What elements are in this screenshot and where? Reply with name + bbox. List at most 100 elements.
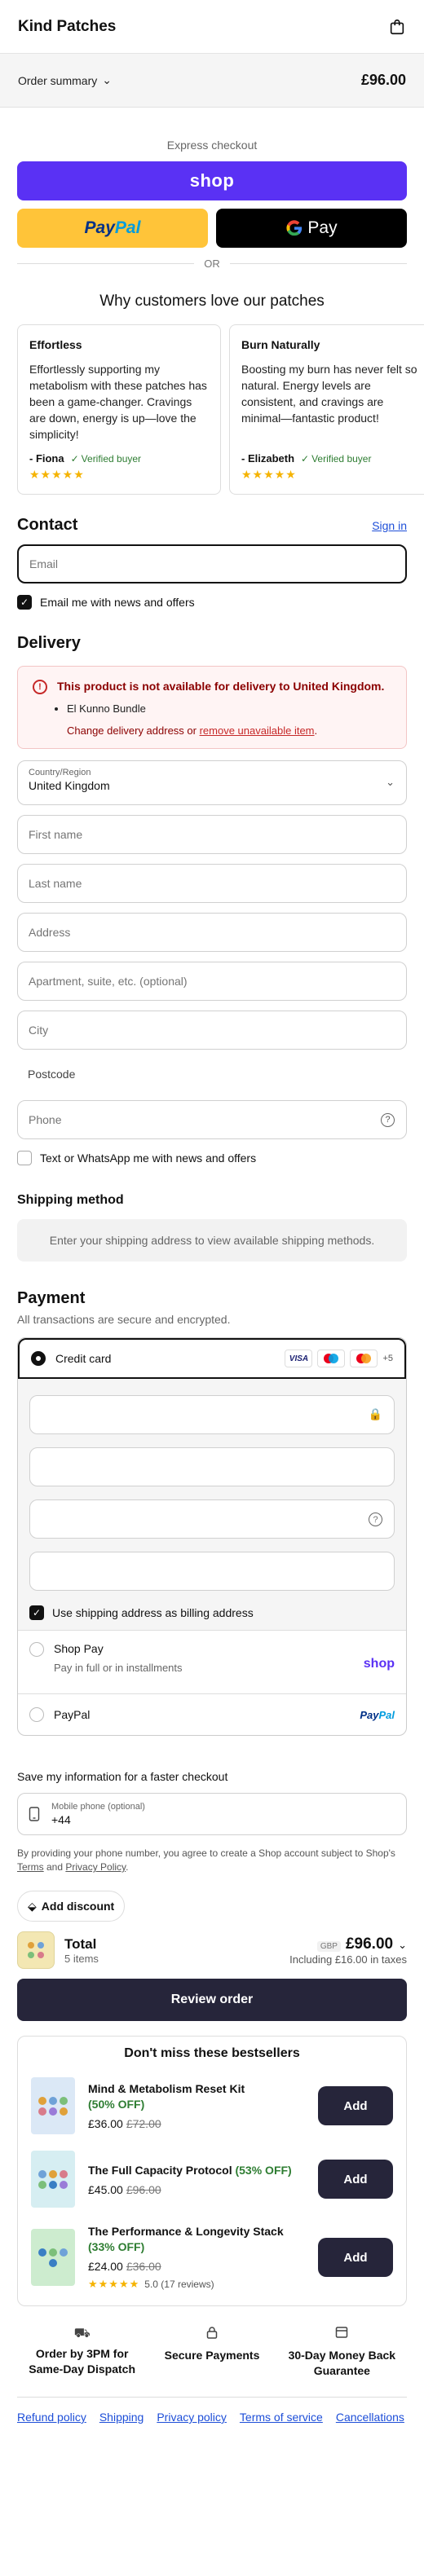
- billing-same-row[interactable]: ✓ Use shipping address as billing address: [29, 1605, 395, 1620]
- tag-icon: ⬙: [28, 1899, 37, 1913]
- address-field[interactable]: Address: [17, 913, 407, 952]
- mobile-phone-field[interactable]: Mobile phone (optional) +44: [17, 1793, 407, 1835]
- feature-guarantee: 30-Day Money Back Guarantee: [277, 2326, 407, 2379]
- total-items: 5 items: [64, 1952, 99, 1965]
- paypal-logo-part2: Pal: [114, 218, 141, 237]
- city-field[interactable]: City: [17, 1011, 407, 1050]
- order-summary-label: Order summary: [18, 73, 98, 87]
- product-row: The Full Capacity Protocol (53% OFF) £45.…: [31, 2142, 393, 2216]
- add-product-button[interactable]: Add: [318, 2238, 393, 2277]
- sms-checkbox-row[interactable]: Text or WhatsApp me with news and offers: [17, 1151, 407, 1165]
- phone-field[interactable]: Phone?: [17, 1100, 407, 1139]
- expiry-field[interactable]: [29, 1447, 395, 1486]
- first-name-field[interactable]: First name: [17, 815, 407, 854]
- radio-selected-icon[interactable]: [31, 1351, 46, 1366]
- shop-privacy-link[interactable]: Privacy Policy: [65, 1861, 126, 1873]
- remove-item-link[interactable]: remove unavailable item: [200, 724, 315, 737]
- email-field[interactable]: Email: [17, 544, 407, 583]
- verified-badge: Verified buyer: [81, 452, 142, 465]
- original-price: £96.00: [126, 2182, 161, 2196]
- brand-logo[interactable]: Kind Patches: [18, 18, 116, 36]
- security-code-field[interactable]: ?: [29, 1499, 395, 1539]
- card-number-field[interactable]: 🔒: [29, 1395, 395, 1434]
- unavailable-item: El Kunno Bundle: [67, 702, 391, 715]
- delivery-error-alert: ! This product is not available for deliv…: [17, 666, 407, 749]
- shipping-link[interactable]: Shipping: [99, 2411, 144, 2424]
- shipping-method-title: Shipping method: [17, 1193, 124, 1207]
- help-icon[interactable]: ?: [369, 1513, 382, 1526]
- checkbox-checked-icon[interactable]: ✓: [29, 1605, 44, 1620]
- add-discount-button[interactable]: ⬙ Add discount: [17, 1891, 126, 1922]
- shop-legal-text: By providing your phone number, you agre…: [17, 1847, 407, 1874]
- legal-text: By providing your phone number, you agre…: [17, 1847, 395, 1859]
- shop-pay-button[interactable]: shop: [17, 161, 407, 200]
- checkbox-unchecked-icon[interactable]: [17, 1151, 32, 1165]
- privacy-policy-link[interactable]: Privacy policy: [157, 2411, 227, 2424]
- more-cards-count: +5: [382, 1354, 393, 1363]
- country-select[interactable]: Country/Region United Kingdom ⌄: [17, 760, 407, 805]
- shop-pay-logo: shop: [189, 170, 235, 191]
- checkout-page: Kind Patches Order summary ⌄ £96.00 Expre…: [0, 0, 424, 2446]
- save-info-title: Save my information for a faster checkou…: [17, 1770, 228, 1783]
- postcode-field[interactable]: Postcode: [17, 1058, 407, 1090]
- total-label: Total: [64, 1935, 97, 1952]
- product-image: [31, 2151, 75, 2208]
- order-summary-toggle[interactable]: Order summary ⌄ £96.00: [0, 54, 424, 108]
- paypal-logo: PayPal: [360, 1709, 395, 1721]
- product-image: [31, 2229, 75, 2286]
- newsletter-checkbox-row[interactable]: ✓ Email me with news and offers: [17, 595, 407, 610]
- city-placeholder: City: [29, 1024, 49, 1037]
- shopping-bag-icon[interactable]: [388, 18, 406, 36]
- name-on-card-field[interactable]: [29, 1552, 395, 1591]
- product-row: The Performance & Longevity Stack (33% OF…: [31, 2216, 393, 2299]
- tax-note: Including £16.00 in taxes: [289, 1953, 407, 1966]
- reviewer-name: - Fiona: [29, 452, 64, 465]
- google-pay-button[interactable]: Pay: [216, 209, 407, 248]
- alert-title: This product is not available for delive…: [57, 680, 385, 693]
- radio-unselected-icon[interactable]: [29, 1642, 44, 1657]
- review-order-button[interactable]: Review order: [17, 1979, 407, 2021]
- chevron-down-icon[interactable]: ⌄: [398, 1939, 407, 1951]
- payment-subtitle: All transactions are secure and encrypte…: [17, 1313, 231, 1326]
- checkbox-checked-icon[interactable]: ✓: [17, 595, 32, 610]
- first-name-placeholder: First name: [29, 828, 83, 841]
- product-price: £45.00: [88, 2182, 123, 2196]
- product-image: [31, 2077, 75, 2134]
- sign-in-link[interactable]: Sign in: [372, 519, 407, 532]
- trust-features: ⛟ Order by 3PM for Same-Day Dispatch Secu…: [17, 2326, 407, 2398]
- credit-card-label: Credit card: [55, 1352, 112, 1365]
- reviews-carousel[interactable]: Effortless Effortlessly supporting my me…: [17, 324, 424, 495]
- chevron-down-icon: ⌄: [386, 776, 395, 788]
- paypal-logo-part1: Pay: [84, 218, 115, 237]
- help-icon[interactable]: ?: [381, 1112, 395, 1127]
- shop-pay-option[interactable]: Shop Pay Pay in full or in installments s…: [18, 1631, 406, 1694]
- credit-card-option[interactable]: Credit card VISA +5: [18, 1338, 406, 1379]
- paypal-button[interactable]: Pay Pal: [17, 209, 208, 248]
- sms-label: Text or WhatsApp me with news and offers: [40, 1151, 257, 1165]
- original-price: £36.00: [126, 2260, 161, 2273]
- or-divider: OR: [17, 258, 407, 270]
- last-name-field[interactable]: Last name: [17, 864, 407, 903]
- apartment-field[interactable]: Apartment, suite, etc. (optional): [17, 962, 407, 1001]
- or-label: OR: [204, 258, 220, 270]
- cancellations-link[interactable]: Cancellations: [336, 2411, 404, 2424]
- credit-card-form: 🔒 ? ✓ Use shipping address as billing add…: [18, 1379, 406, 1631]
- lock-icon: [147, 2326, 276, 2343]
- verified-badge: Verified buyer: [311, 452, 372, 465]
- chevron-down-icon: ⌄: [102, 73, 112, 86]
- bestsellers-section: Don't miss these bestsellers Mind & Meta…: [17, 2036, 407, 2306]
- radio-unselected-icon[interactable]: [29, 1707, 44, 1722]
- shop-pay-logo: shop: [363, 1657, 395, 1671]
- payment-methods: Credit card VISA +5 🔒 ? ✓ Use shipping ad…: [17, 1337, 407, 1736]
- add-product-button[interactable]: Add: [318, 2086, 393, 2125]
- verified-check-icon: ✓: [70, 452, 79, 465]
- refund-policy-link[interactable]: Refund policy: [17, 2411, 86, 2424]
- shop-terms-link[interactable]: Terms: [17, 1861, 44, 1873]
- review-card: Burn Naturally Boosting my burn has neve…: [229, 324, 424, 495]
- footer-links: Refund policy Shipping Privacy policy Te…: [17, 2411, 407, 2424]
- terms-of-service-link[interactable]: Terms of service: [240, 2411, 323, 2424]
- paypal-option[interactable]: PayPal PayPal: [18, 1694, 406, 1735]
- country-value: United Kingdom: [29, 779, 110, 792]
- error-icon: !: [33, 680, 47, 694]
- add-product-button[interactable]: Add: [318, 2160, 393, 2199]
